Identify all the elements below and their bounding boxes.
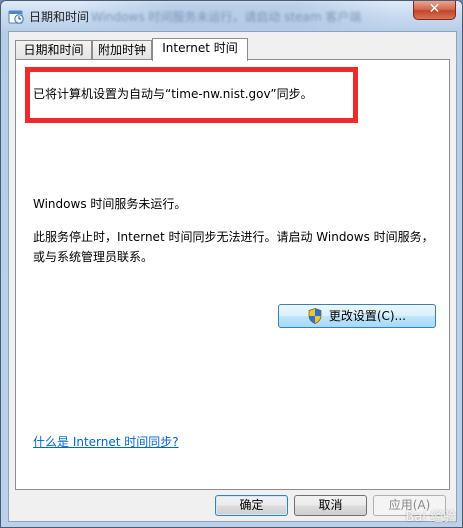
close-button[interactable]: ✕ bbox=[413, 1, 456, 20]
tab-label: 附加时钟 bbox=[97, 43, 146, 57]
close-icon: ✕ bbox=[428, 1, 441, 17]
help-link[interactable]: 什么是 Internet 时间同步? bbox=[33, 433, 179, 450]
cancel-button[interactable]: 取消 bbox=[294, 495, 367, 516]
sync-server-text: 已将计算机设置为自动与“time-nw.nist.gov”同步。 bbox=[33, 87, 313, 101]
tab-label: 日期和时间 bbox=[23, 43, 84, 57]
tab-label: Internet 时间 bbox=[162, 41, 238, 55]
tab-additional-clocks[interactable]: 附加时钟 bbox=[92, 40, 152, 60]
date-time-dialog: 日期和时间 Windows 时间服务未运行，请启动 steam 客户端 ✕ 日期… bbox=[0, 0, 463, 528]
title-overlay-text: Windows 时间服务未运行，请启动 steam 客户端 bbox=[91, 10, 362, 24]
tab-date-time[interactable]: 日期和时间 bbox=[15, 40, 92, 60]
change-settings-button[interactable]: 更改设置(C)... bbox=[278, 304, 436, 328]
service-status-text: Windows 时间服务未运行。 bbox=[33, 197, 187, 211]
tab-internet-time[interactable]: Internet 时间 bbox=[152, 38, 248, 61]
cancel-label: 取消 bbox=[318, 498, 343, 512]
uac-shield-icon bbox=[308, 307, 322, 324]
service-description-text: 此服务停止时，Internet 时间同步无法进行。请启动 Windows 时间服… bbox=[33, 230, 434, 264]
dialog-client: 日期和时间 附加时钟 Internet 时间 已将计算机设置为自动与“time-… bbox=[8, 31, 457, 522]
ok-label: 确定 bbox=[239, 498, 264, 512]
internet-time-panel: 已将计算机设置为自动与“time-nw.nist.gov”同步。 Windows… bbox=[15, 59, 450, 490]
title-bar[interactable]: 日期和时间 Windows 时间服务未运行，请启动 steam 客户端 ✕ bbox=[1, 1, 462, 31]
clock-icon bbox=[8, 10, 24, 24]
change-settings-label: 更改设置(C)... bbox=[328, 309, 406, 323]
ok-button[interactable]: 确定 bbox=[215, 495, 288, 516]
watermark: Bai 经验 bbox=[405, 510, 456, 525]
